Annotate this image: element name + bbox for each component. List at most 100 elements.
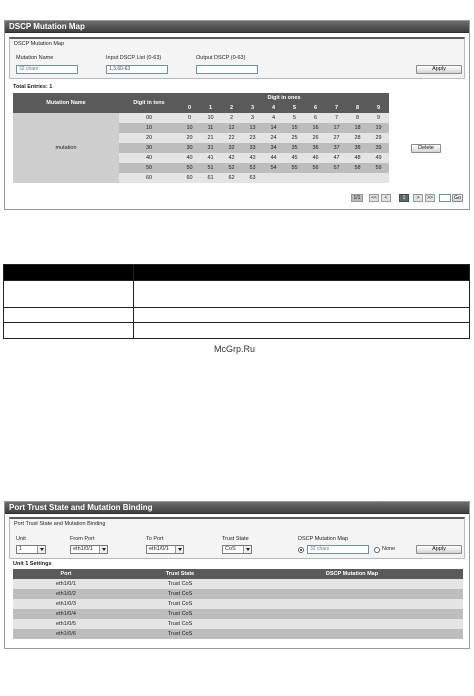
dscp-cell: 18 <box>347 123 368 133</box>
dscp-cell: 0 <box>179 113 200 123</box>
chevron-down-icon <box>37 546 45 553</box>
from-port-label: From Port <box>70 536 95 542</box>
output-dscp-input[interactable] <box>196 65 258 74</box>
port-trust-state-window: Port Trust State and Mutation Binding Po… <box>4 501 470 649</box>
mutation-map-cell <box>241 599 463 609</box>
tens-cell: 20 <box>119 133 179 143</box>
next-page-button[interactable]: > <box>413 194 423 202</box>
col-ones-digit: 7 <box>326 103 347 113</box>
mutation-name-input[interactable]: 32 chars <box>16 65 78 74</box>
col-ones-digit: 3 <box>242 103 263 113</box>
apply-button[interactable]: Apply <box>416 65 462 74</box>
trust-state-cell: Trust CoS <box>119 619 241 629</box>
trust-state-cell: Trust CoS <box>119 629 241 639</box>
parameter-cell <box>3 280 134 308</box>
dscp-cell: 53 <box>242 163 263 173</box>
apply-button[interactable]: Apply <box>416 545 462 554</box>
dscp-cell: 44 <box>263 153 284 163</box>
trust-state-cell: Trust CoS <box>119 579 241 589</box>
trust-state-cell: Trust CoS <box>119 589 241 599</box>
dscp-cell: 22 <box>221 133 242 143</box>
chevron-down-icon <box>99 546 107 553</box>
unit-select[interactable]: 1 <box>16 545 46 554</box>
mutation-map-radio[interactable] <box>298 547 304 553</box>
col-ones-digit: 8 <box>347 103 368 113</box>
dscp-cell: 63 <box>242 173 263 183</box>
watermark: McGrp.Ru <box>214 344 256 354</box>
col-digit-ones: Digit in ones <box>179 93 390 103</box>
last-page-button[interactable]: >> <box>425 194 435 202</box>
parameter-cell <box>3 322 134 339</box>
window-title: Port Trust State and Mutation Binding <box>5 502 469 514</box>
trust-state-value: CoS <box>225 546 236 552</box>
dscp-cell: 28 <box>347 133 368 143</box>
dscp-cell: 56 <box>305 163 326 173</box>
dscp-cell: 15 <box>284 123 305 133</box>
dscp-cell: 40 <box>179 153 200 163</box>
section-title: Port Trust State and Mutation Binding <box>14 521 106 527</box>
col-mutation-map: DSCP Mutation Map <box>241 569 463 579</box>
table-row: mutation 00 0 10 2 3 4 5 6 7 8 9 Delete <box>13 113 464 183</box>
first-page-button[interactable]: << <box>369 194 379 202</box>
dscp-cell: 48 <box>347 153 368 163</box>
from-port-select[interactable]: eth1/0/1 <box>70 545 108 554</box>
dscp-cell: 5 <box>284 113 305 123</box>
page-info: 1/1 <box>351 194 363 202</box>
mutation-name-cell: mutation <box>13 113 119 183</box>
dscp-cell: 46 <box>305 153 326 163</box>
dscp-cell: 39 <box>368 143 390 153</box>
dscp-cell: 10 <box>200 113 221 123</box>
dscp-cell: 57 <box>326 163 347 173</box>
trust-state-cell: Trust CoS <box>119 609 241 619</box>
tens-cell: 50 <box>119 163 179 173</box>
parameter-table <box>3 264 470 339</box>
trust-state-select[interactable]: CoS <box>222 545 252 554</box>
tens-cell: 60 <box>119 173 179 183</box>
dscp-cell: 8 <box>347 113 368 123</box>
chevron-down-icon <box>243 546 251 553</box>
dscp-cell: 54 <box>263 163 284 173</box>
dscp-cell <box>368 173 390 183</box>
unit-value: 1 <box>19 546 23 552</box>
table-row: eth1/0/5 Trust CoS <box>13 619 463 629</box>
tens-cell: 40 <box>119 153 179 163</box>
table-row: eth1/0/6 Trust CoS <box>13 629 463 639</box>
mutation-map-input[interactable]: 32 chars <box>307 545 369 554</box>
delete-button[interactable]: Delete <box>411 143 442 153</box>
input-dscp-list-input[interactable]: 1,3,60-63 <box>106 65 168 74</box>
dscp-cell: 23 <box>242 133 263 143</box>
mutation-table: Mutation Name Digit in tens Digit in one… <box>13 93 464 183</box>
prev-page-button[interactable]: < <box>381 194 391 202</box>
dscp-cell: 24 <box>263 133 284 143</box>
current-page-button[interactable]: 1 <box>399 194 409 202</box>
dscp-cell <box>347 173 368 183</box>
dscp-cell: 7 <box>326 113 347 123</box>
go-button[interactable]: Go <box>452 194 463 202</box>
tens-cell: 00 <box>119 113 179 123</box>
parameter-header-2 <box>133 264 470 281</box>
dscp-mutation-map-window: DSCP Mutation Map DSCP Mutation Map Muta… <box>4 20 470 210</box>
col-action <box>389 93 464 113</box>
section-title: DSCP Mutation Map <box>14 41 65 47</box>
chevron-down-icon <box>175 546 183 553</box>
dscp-cell: 59 <box>368 163 390 173</box>
pagination: 1/1 << < 1 > >> Go <box>351 194 463 203</box>
to-port-value: eth1/0/1 <box>149 546 169 552</box>
dscp-cell: 27 <box>326 133 347 143</box>
port-cell: eth1/0/5 <box>13 619 119 629</box>
dscp-cell: 16 <box>305 123 326 133</box>
from-port-value: eth1/0/1 <box>73 546 93 552</box>
col-digit-tens: Digit in tens <box>119 93 179 113</box>
dscp-cell: 47 <box>326 153 347 163</box>
description-cell <box>133 307 470 323</box>
input-dscp-list-label: Input DSCP List (0-63) <box>106 55 162 61</box>
dscp-cell: 32 <box>221 143 242 153</box>
page-number-input[interactable] <box>439 194 451 202</box>
none-radio[interactable] <box>374 547 380 553</box>
parameter-cell <box>3 307 134 323</box>
to-port-select[interactable]: eth1/0/1 <box>146 545 184 554</box>
to-port-label: To Port <box>146 536 164 542</box>
col-ones-digit: 6 <box>305 103 326 113</box>
col-mutation-name: Mutation Name <box>13 93 119 113</box>
dscp-cell: 58 <box>347 163 368 173</box>
